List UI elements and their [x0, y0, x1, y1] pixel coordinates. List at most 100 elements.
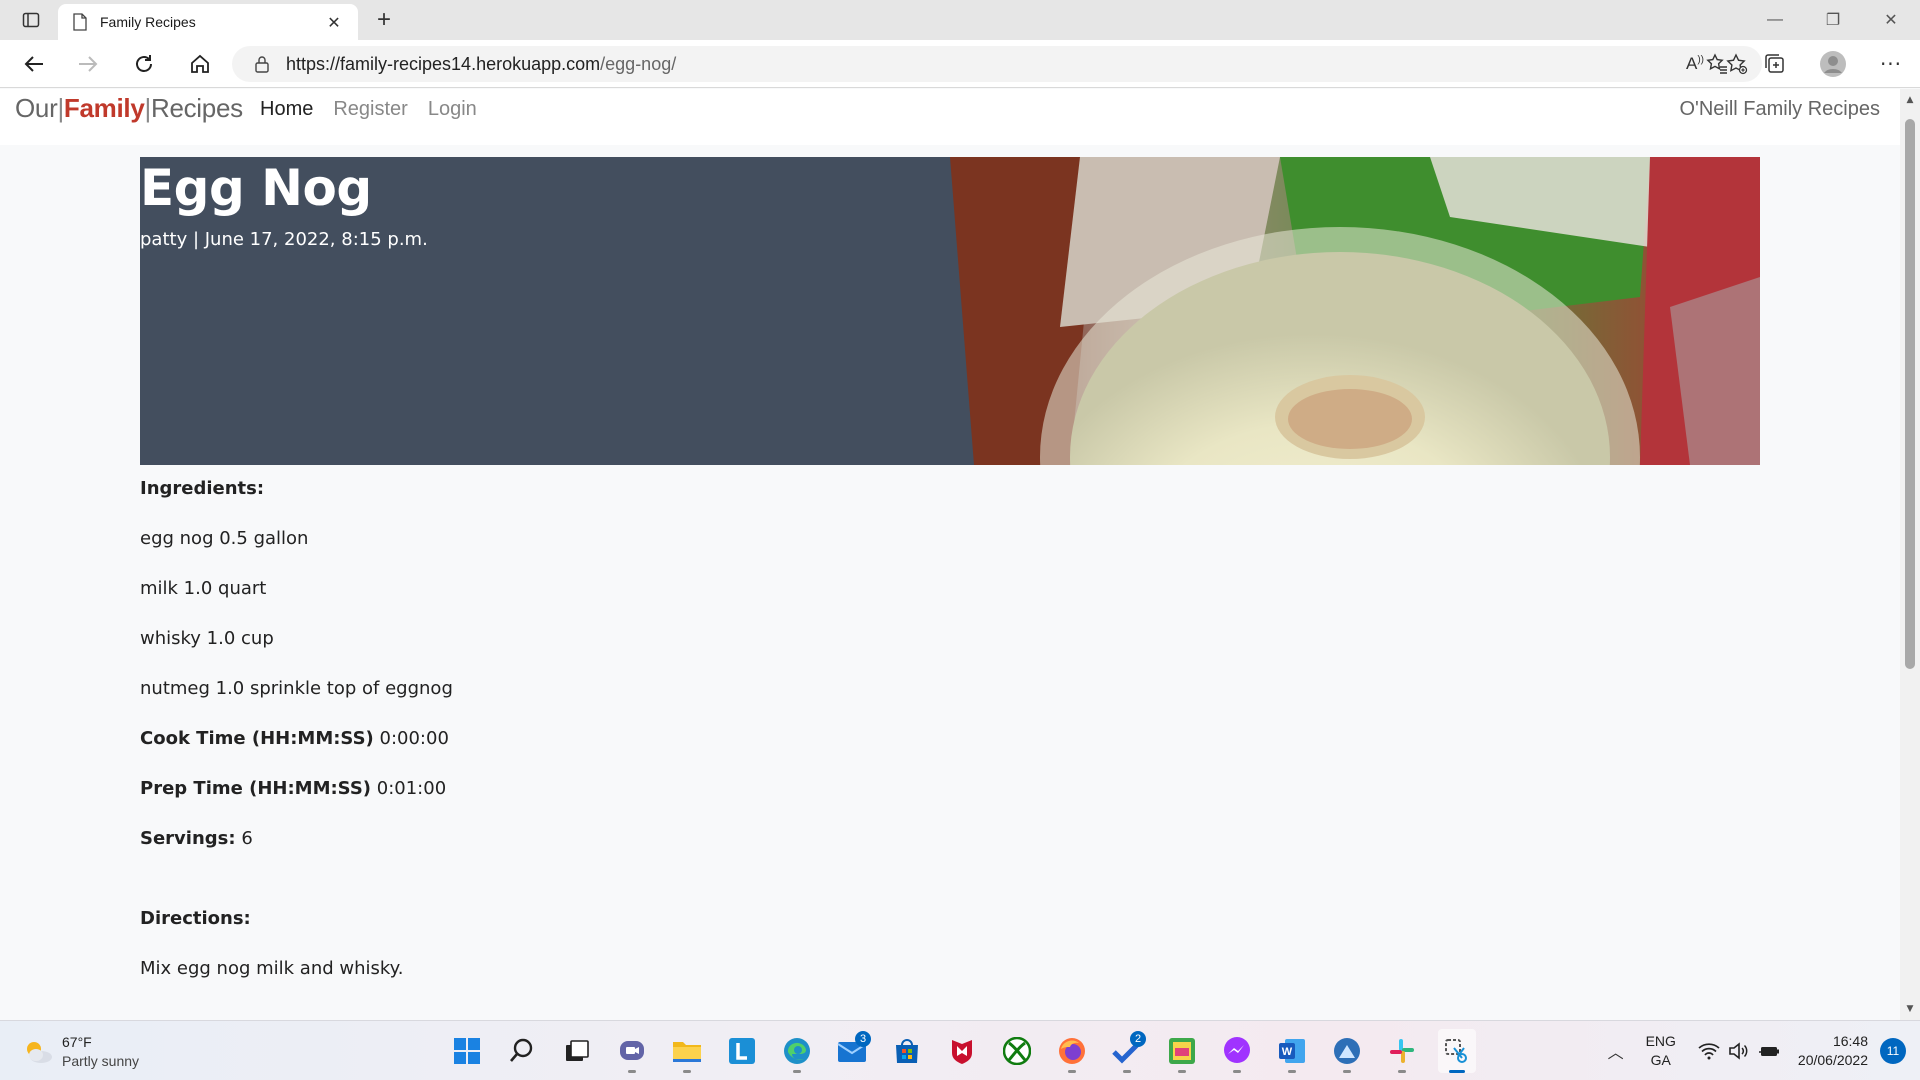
nav-register-link[interactable]: Register — [333, 98, 407, 121]
prep-time-value: 0:01:00 — [376, 778, 447, 799]
recipe-meta: patty | June 17, 2022, 8:15 p.m. — [140, 229, 428, 250]
messenger-icon — [1224, 1037, 1250, 1063]
browser-tab-strip: Family Recipes ✕ + — ❐ ✕ — [0, 0, 1920, 40]
show-hidden-icons-icon[interactable]: ︿ — [1608, 1039, 1624, 1063]
xbox-icon — [1003, 1037, 1031, 1065]
xbox-app[interactable] — [998, 1029, 1036, 1073]
store-icon — [896, 1039, 918, 1063]
favorites-icon — [1706, 53, 1727, 74]
mcafee-app[interactable] — [943, 1029, 981, 1073]
word-app[interactable]: W — [1273, 1029, 1311, 1073]
minimize-button[interactable]: — — [1746, 0, 1804, 40]
edge-browser-app[interactable] — [778, 1029, 816, 1073]
more-icon: ··· — [1879, 52, 1903, 76]
tab-actions-button[interactable] — [10, 6, 52, 34]
back-button[interactable] — [18, 48, 50, 80]
notification-badge[interactable]: 11 — [1880, 1038, 1906, 1064]
prep-time-label: Prep Time (HH:MM:SS) — [140, 778, 372, 799]
start-button[interactable] — [448, 1029, 486, 1073]
scrollbar-thumb[interactable] — [1905, 119, 1915, 669]
refresh-button[interactable] — [128, 48, 160, 80]
ingredient-item: nutmeg 1.0 sprinkle top of eggnog — [140, 678, 453, 699]
system-tray: ︿ ENG GA 16:48 20/06/2022 11 — [1608, 1021, 1906, 1080]
task-view-icon — [566, 1040, 589, 1061]
profile-button[interactable] — [1804, 50, 1862, 78]
game-app[interactable] — [1163, 1029, 1201, 1073]
nav-home-link[interactable]: Home — [260, 98, 313, 121]
site-subtitle: O'Neill Family Recipes — [1679, 98, 1880, 120]
close-window-button[interactable]: ✕ — [1862, 0, 1920, 40]
favorites-button[interactable] — [1688, 53, 1746, 75]
browser-tab[interactable]: Family Recipes ✕ — [58, 4, 358, 40]
home-icon — [191, 54, 209, 73]
restore-button[interactable]: ❐ — [1804, 0, 1862, 40]
slack-icon — [1390, 1039, 1414, 1063]
weather-widget[interactable]: 67°F Partly sunny — [22, 1033, 139, 1071]
teams-chat-app[interactable] — [613, 1029, 651, 1073]
scroll-down-arrow-icon[interactable]: ▼ — [1900, 1000, 1920, 1018]
scroll-up-arrow-icon[interactable]: ▲ — [1900, 91, 1920, 109]
messenger-app[interactable] — [1218, 1029, 1256, 1073]
snipping-tool-app[interactable] — [1438, 1029, 1476, 1073]
app-circle-icon — [1334, 1038, 1360, 1064]
brand-our: Our — [15, 93, 58, 123]
wifi-icon[interactable] — [1698, 1042, 1720, 1060]
brand-recipes: Recipes — [150, 93, 243, 123]
url-text: https://family-recipes14.herokuapp.com/e… — [286, 54, 676, 75]
slack-app[interactable] — [1383, 1029, 1421, 1073]
file-explorer-app[interactable] — [668, 1029, 706, 1073]
collections-button[interactable] — [1746, 53, 1804, 75]
recipe-photo — [950, 157, 1760, 465]
close-tab-icon[interactable]: ✕ — [324, 13, 344, 32]
recipe-hero: Egg Nog patty | June 17, 2022, 8:15 p.m. — [140, 157, 1760, 465]
mail-app[interactable]: 3 — [833, 1029, 871, 1073]
address-bar[interactable]: https://family-recipes14.herokuapp.com/e… — [232, 46, 1762, 82]
cook-time-label: Cook Time (HH:MM:SS) — [140, 728, 374, 749]
l-app-icon — [729, 1038, 755, 1064]
edge-icon — [784, 1038, 810, 1064]
page-scrollbar[interactable]: ▲ ▼ — [1900, 89, 1920, 1020]
collections-icon — [1765, 54, 1784, 73]
weather-temperature: 67°F — [62, 1034, 92, 1050]
home-button[interactable] — [184, 48, 216, 80]
microsoft-store-app[interactable] — [888, 1029, 926, 1073]
settings-menu-button[interactable]: ··· — [1862, 52, 1920, 76]
language-indicator[interactable]: ENG GA — [1646, 1032, 1676, 1070]
game-icon — [1169, 1038, 1195, 1064]
partly-sunny-icon — [27, 1042, 52, 1063]
weather-description: Partly sunny — [62, 1053, 140, 1069]
firefox-app[interactable] — [1053, 1029, 1091, 1073]
site-logo[interactable]: Our|Family|Recipes — [15, 93, 243, 124]
taskbar-search-button[interactable] — [503, 1029, 541, 1073]
task-view-button[interactable] — [558, 1029, 596, 1073]
windows-logo-icon — [454, 1038, 480, 1064]
tab-actions-icon — [22, 12, 40, 28]
system-clock[interactable]: 16:48 20/06/2022 — [1798, 1032, 1868, 1070]
nav-login-link[interactable]: Login — [428, 98, 477, 121]
site-navbar: Our|Family|Recipes Home Register Login O… — [0, 89, 1900, 145]
chat-icon — [620, 1041, 644, 1060]
browser-toolbar: https://family-recipes14.herokuapp.com/e… — [0, 40, 1920, 88]
page-icon — [73, 13, 87, 31]
todo-app[interactable]: 2 — [1108, 1029, 1146, 1073]
refresh-icon — [136, 55, 152, 72]
tab-title: Family Recipes — [100, 14, 196, 30]
mail-badge: 3 — [855, 1031, 871, 1047]
word-icon: W — [1279, 1039, 1305, 1063]
firefox-icon — [1059, 1038, 1085, 1064]
shield-icon — [952, 1040, 972, 1064]
volume-icon[interactable] — [1728, 1042, 1750, 1060]
lock-icon — [255, 56, 269, 73]
l-app[interactable] — [723, 1029, 761, 1073]
ingredients-label: Ingredients: — [140, 478, 265, 499]
new-tab-button[interactable]: + — [370, 6, 398, 34]
forward-button[interactable] — [72, 48, 104, 80]
language-secondary: GA — [1650, 1052, 1671, 1068]
directions-text: Mix egg nog milk and whisky. — [140, 958, 404, 979]
svg-text:W: W — [1282, 1046, 1293, 1058]
blue-circle-app[interactable] — [1328, 1029, 1366, 1073]
battery-icon[interactable] — [1758, 1042, 1780, 1060]
avatar-icon — [1820, 51, 1846, 77]
snipping-tool-icon — [1445, 1039, 1467, 1063]
windows-taskbar: 67°F Partly sunny 3 2 W ︿ ENG GA 16:48 2… — [0, 1020, 1920, 1080]
